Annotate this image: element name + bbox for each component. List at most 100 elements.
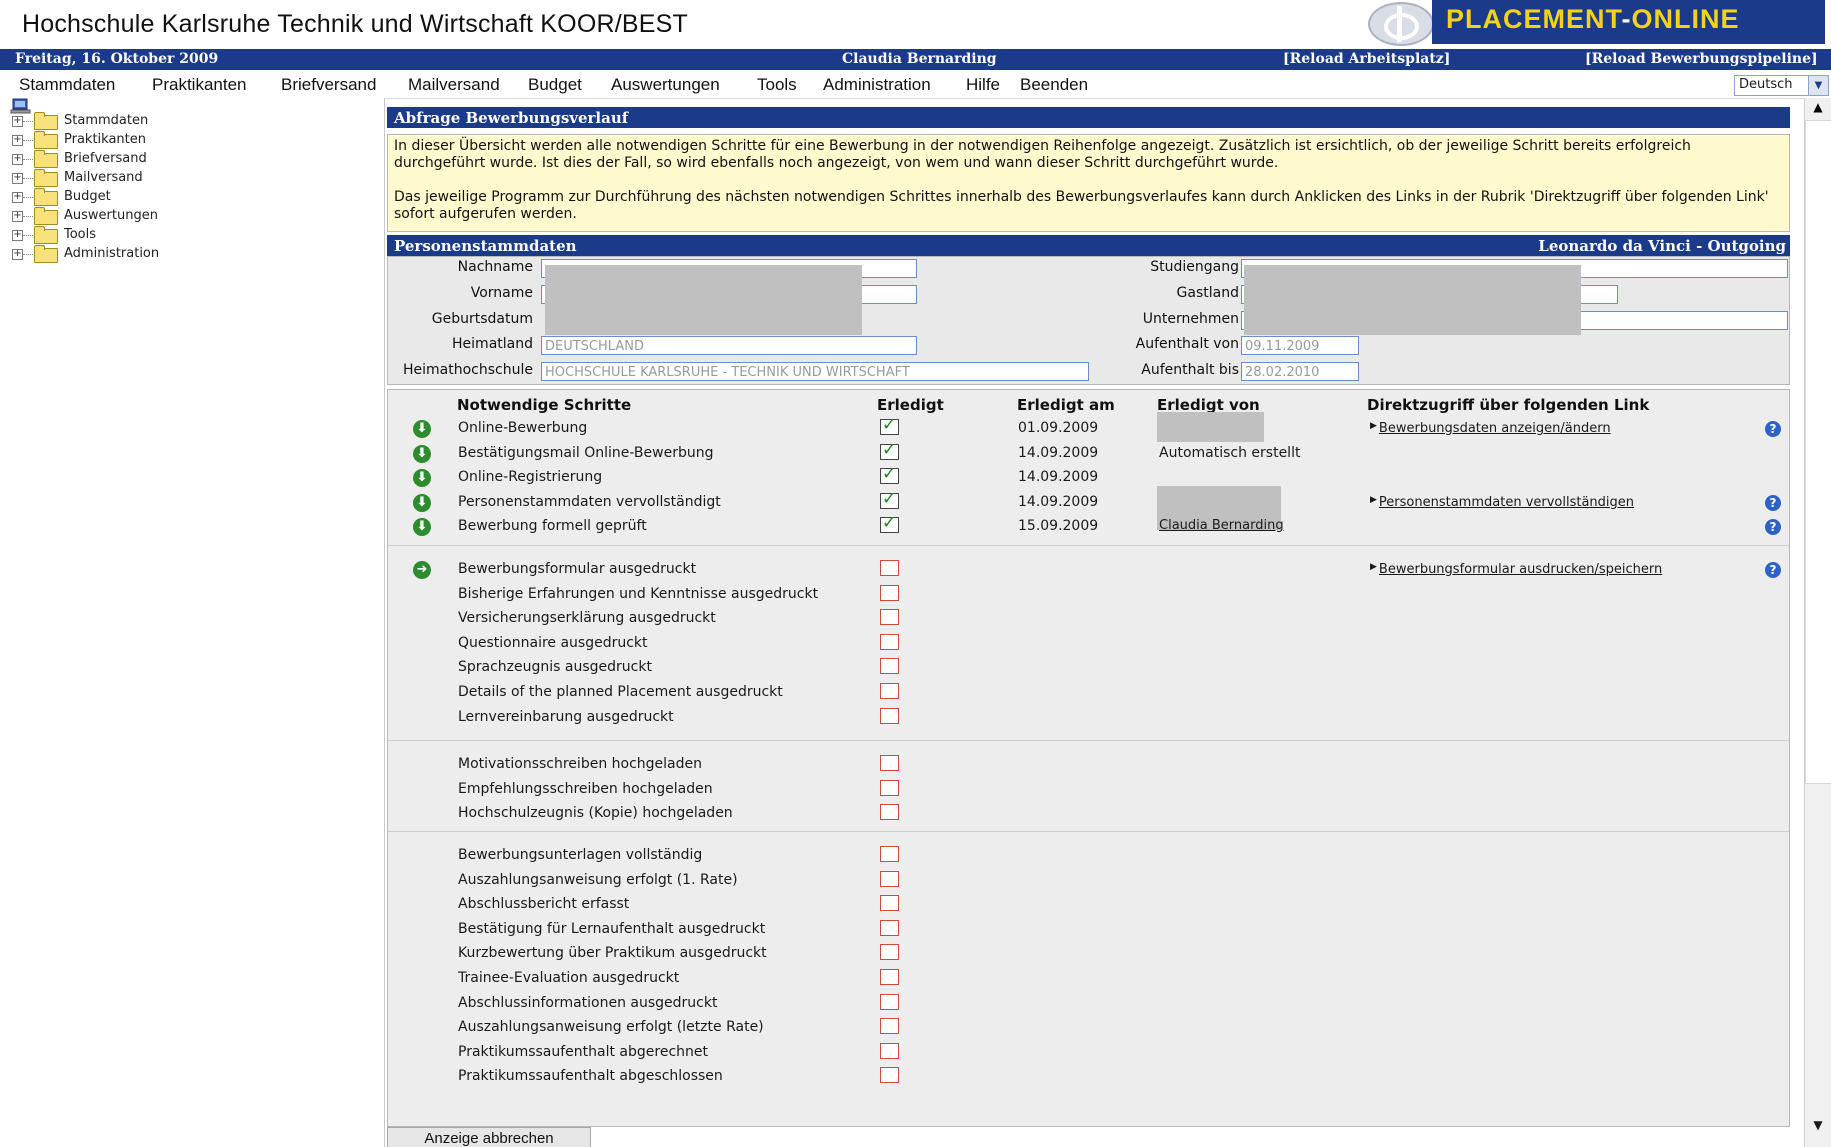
done-arrow-icon: ⬇ xyxy=(413,444,431,463)
menu-auswertungen[interactable]: Auswertungen xyxy=(611,75,720,95)
menu-stammdaten[interactable]: Stammdaten xyxy=(19,75,115,95)
expand-icon[interactable]: + xyxy=(12,230,33,241)
step-label: Bestätigung für Lernaufenthalt ausgedruc… xyxy=(458,920,766,937)
expand-icon[interactable]: + xyxy=(12,154,33,165)
language-select[interactable]: Deutsch ▼ xyxy=(1734,75,1829,96)
menu-beenden[interactable]: Beenden xyxy=(1020,75,1088,95)
aufenthalt-von-field[interactable]: 09.11.2009 xyxy=(1241,336,1359,355)
step-label: Bewerbungsformular ausgedruckt xyxy=(458,561,697,577)
step-row: Bestätigung für Lernaufenthalt ausgedruc… xyxy=(388,919,1789,941)
step-row: Praktikumssaufenthalt abgeschlossen xyxy=(388,1066,1789,1088)
step-done-date: 15.09.2009 xyxy=(1018,518,1099,535)
open-checkbox xyxy=(880,993,899,1010)
expand-icon[interactable]: + xyxy=(12,249,33,260)
expand-icon[interactable]: + xyxy=(12,192,33,203)
step-label: Kurzbewertung über Praktikum ausgedruckt xyxy=(458,945,767,962)
menu-hilfe[interactable]: Hilfe xyxy=(966,75,1000,95)
menu-administration[interactable]: Administration xyxy=(823,75,931,95)
open-checkbox xyxy=(880,609,899,626)
label-aufenthalt-bis: Aufenthalt bis xyxy=(1141,362,1239,378)
menu-praktikanten[interactable]: Praktikanten xyxy=(152,75,247,95)
scroll-down-icon[interactable]: ▼ xyxy=(1809,1118,1827,1134)
expand-icon[interactable]: + xyxy=(12,116,33,127)
sidebar-item-label: Briefversand xyxy=(64,151,147,166)
menu-budget[interactable]: Budget xyxy=(528,75,582,95)
expand-icon[interactable]: + xyxy=(12,173,33,184)
group-separator xyxy=(388,740,1789,741)
open-checkbox xyxy=(880,779,899,796)
reload-pipeline-link[interactable]: [Reload Bewerbungspipeline] xyxy=(1585,51,1818,67)
current-date: Freitag, 16. Oktober 2009 xyxy=(15,51,219,67)
open-checkbox xyxy=(880,870,899,887)
step-row: Abschlussbericht erfasst xyxy=(388,894,1789,916)
label-nachname: Nachname xyxy=(457,259,533,275)
folder-icon xyxy=(34,207,58,225)
step-row: Lernvereinbarung ausgedruckt xyxy=(388,707,1789,729)
app-title: Hochschule Karlsruhe Technik und Wirtsch… xyxy=(22,10,688,38)
help-icon[interactable]: ? xyxy=(1765,562,1781,578)
heimatland-field[interactable]: DEUTSCHLAND xyxy=(541,336,917,355)
scroll-up-icon[interactable]: ▲ xyxy=(1809,100,1827,116)
step-label: Bestätigungsmail Online-Bewerbung xyxy=(458,444,714,461)
done-checkbox xyxy=(880,415,899,435)
brand-text-part2: ONLINE xyxy=(1631,4,1740,34)
expand-icon[interactable]: + xyxy=(12,211,33,222)
column-header-done: Erledigt xyxy=(877,396,944,414)
sidebar-item-label: Auswertungen xyxy=(64,208,158,223)
step-row: Sprachzeugnis ausgedruckt xyxy=(388,657,1789,679)
cancel-button[interactable]: Anzeige abbrechen xyxy=(387,1127,591,1147)
open-checkbox xyxy=(880,1018,899,1035)
open-checkbox xyxy=(880,658,899,675)
sidebar-item-label: Tools xyxy=(64,227,97,242)
label-aufenthalt-von: Aufenthalt von xyxy=(1135,336,1239,352)
direct-access-link[interactable]: ▶ Personenstammdaten vervollständigen xyxy=(1370,495,1634,510)
sidebar-item-label: Administration xyxy=(64,246,160,261)
expand-icon[interactable]: + xyxy=(12,135,33,146)
done-by-link[interactable]: Claudia Bernarding xyxy=(1159,518,1284,533)
brand-text-dash: - xyxy=(1621,4,1632,34)
person-section-header: Personenstammdaten Leonardo da Vinci - O… xyxy=(387,235,1790,256)
step-row: ⬇ Bestätigungsmail Online-Bewerbung 14.09.… xyxy=(388,440,1789,465)
redacted-block xyxy=(1157,412,1264,442)
app-header: Hochschule Karlsruhe Technik und Wirtsch… xyxy=(0,0,1831,48)
menu-tools[interactable]: Tools xyxy=(757,75,797,95)
person-panel: Nachname Vorname Geburtsdatum Heimatland… xyxy=(387,256,1790,385)
steps-panel: Notwendige Schritte Erledigt Erledigt am… xyxy=(387,389,1790,1127)
aufenthalt-bis-field[interactable]: 28.02.2010 xyxy=(1241,362,1359,381)
direct-access-link-label: Personenstammdaten vervollständigen xyxy=(1378,494,1635,510)
help-icon[interactable]: ? xyxy=(1765,494,1781,511)
open-checkbox xyxy=(880,584,899,601)
folder-icon xyxy=(34,131,58,149)
chevron-down-icon[interactable]: ▼ xyxy=(1808,76,1828,95)
step-label: Hochschulzeugnis (Kopie) hochgeladen xyxy=(458,805,733,822)
help-icon[interactable]: ? xyxy=(1765,519,1781,536)
reload-workspace-link[interactable]: [Reload Arbeitsplatz] xyxy=(1283,51,1450,67)
redacted-block xyxy=(545,265,862,335)
direct-access-link[interactable]: ▶ Bewerbungsdaten anzeigen/ändern xyxy=(1370,421,1611,436)
step-row: Auszahlungsanweisung erfolgt (1. Rate) xyxy=(388,870,1789,892)
direct-access-link-label: Bewerbungsformular ausdrucken/speichern xyxy=(1378,562,1663,577)
step-label: Sprachzeugnis ausgedruckt xyxy=(458,659,652,676)
step-label: Praktikumssaufenthalt abgerechnet xyxy=(458,1043,709,1060)
step-row: Hochschulzeugnis (Kopie) hochgeladen xyxy=(388,803,1789,825)
menu-mailversand[interactable]: Mailversand xyxy=(408,75,500,95)
step-label: Questionnaire ausgedruckt xyxy=(458,634,648,651)
heimathochschule-field[interactable]: HOCHSCHULE KARLSRUHE - TECHNIK UND WIRTS… xyxy=(541,362,1089,381)
scroll-thumb[interactable] xyxy=(1805,120,1831,784)
open-checkbox xyxy=(880,1042,899,1059)
step-row: ⬇ Bewerbung formell geprüft 15.09.2009 Clau… xyxy=(388,513,1789,538)
vertical-scrollbar[interactable]: ▲ ▼ xyxy=(1804,98,1831,1147)
triangle-right-icon: ▶ xyxy=(1370,421,1377,431)
step-row: Auszahlungsanweisung erfolgt (letzte Rat… xyxy=(388,1017,1789,1039)
direct-access-link[interactable]: ▶ Bewerbungsformular ausdrucken/speichern xyxy=(1370,562,1662,577)
menu-briefversand[interactable]: Briefversand xyxy=(281,75,376,95)
label-studiengang: Studiengang xyxy=(1150,259,1239,275)
step-label: Empfehlungsschreiben hochgeladen xyxy=(458,780,713,797)
sidebar-item-label: Stammdaten xyxy=(64,113,149,128)
brand-text: PLACEMENT-ONLINE xyxy=(1446,4,1740,35)
sidebar-item-label: Mailversand xyxy=(64,170,143,185)
folder-icon xyxy=(34,112,58,130)
app-window: Hochschule Karlsruhe Technik und Wirtsch… xyxy=(0,0,1831,1147)
help-icon[interactable]: ? xyxy=(1765,421,1781,437)
step-label: Lernvereinbarung ausgedruckt xyxy=(458,708,674,725)
